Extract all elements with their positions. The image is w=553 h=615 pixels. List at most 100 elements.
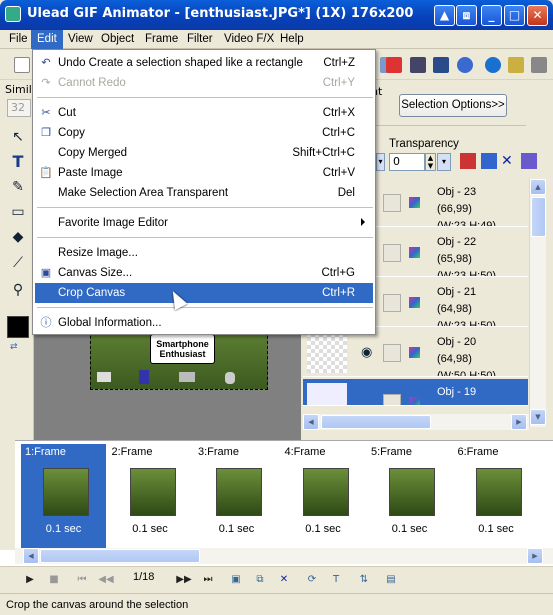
- blend-dropdown-button[interactable]: ▾: [376, 153, 385, 171]
- swap-colors-icon[interactable]: ⇄: [10, 342, 18, 352]
- menu-view[interactable]: View: [62, 30, 99, 49]
- frame-panel-grip[interactable]: [0, 440, 15, 550]
- object-color-icon[interactable]: [409, 297, 420, 308]
- text-frame-icon[interactable]: T: [328, 572, 344, 588]
- duplicate-frame-icon[interactable]: ⧉: [252, 572, 268, 588]
- object-row[interactable]: ◉ Obj - 20 (64,98)(W:50,H:50): [303, 329, 528, 377]
- frame-thumbnail-1[interactable]: 1:Frame 0.1 sec: [21, 444, 106, 548]
- frame-thumbnail-3[interactable]: 3:Frame 0.1 sec: [194, 444, 279, 548]
- frame-scroll-thumb[interactable]: [40, 549, 200, 563]
- scroll-thumb[interactable]: [531, 197, 546, 237]
- menu-item-undo-create-a-selection-shaped-like-a-rectangle[interactable]: ↶ Undo Create a selection shaped like a r…: [35, 53, 373, 73]
- tool-icon-b[interactable]: [386, 57, 402, 73]
- delete-frame-icon[interactable]: ✕: [276, 572, 292, 588]
- menu-item-cannot-redo[interactable]: ↷ Cannot Redo Ctrl+Y: [35, 73, 373, 93]
- restore-button[interactable]: ⧈: [456, 5, 477, 26]
- frame-thumbnail-5[interactable]: 5:Frame 0.1 sec: [367, 444, 452, 548]
- tool-icon-d[interactable]: [433, 57, 449, 73]
- next-frame-icon[interactable]: ▶▶: [176, 572, 192, 588]
- scroll-up-button[interactable]: ▲: [530, 179, 546, 195]
- scroll-right-button[interactable]: ▶: [511, 414, 527, 430]
- similarity-field[interactable]: 32: [7, 99, 31, 117]
- menu-frame[interactable]: Frame: [139, 30, 184, 49]
- frame-props-icon[interactable]: ▤: [383, 572, 399, 588]
- play-icon[interactable]: ▶: [22, 572, 38, 588]
- text-tool-icon[interactable]: T: [8, 152, 28, 172]
- frame-duration[interactable]: 0.1 sec: [21, 523, 106, 535]
- new-file-icon[interactable]: [14, 57, 30, 73]
- frame-duration[interactable]: 0.1 sec: [367, 523, 452, 535]
- object-color-icon[interactable]: [409, 347, 420, 358]
- menu-item-copy[interactable]: ❐ Copy Ctrl+C: [35, 123, 373, 143]
- first-frame-icon[interactable]: ⏮: [74, 572, 90, 588]
- eraser-tool-icon[interactable]: ▭: [8, 202, 28, 222]
- frame-thumbnail-4[interactable]: 4:Frame 0.1 sec: [280, 444, 366, 548]
- frame-duration[interactable]: 0.1 sec: [194, 523, 279, 535]
- object-lock-checkbox[interactable]: [383, 244, 401, 262]
- frame-duration[interactable]: 0.1 sec: [108, 523, 193, 535]
- menu-item-global-information[interactable]: ⓘ Global Information...: [35, 313, 373, 333]
- object-row[interactable]: Obj - 19: [303, 379, 528, 406]
- eyedropper-tool-icon[interactable]: ⟋: [8, 253, 28, 273]
- scroll-left-button[interactable]: ◀: [303, 414, 319, 430]
- maximize-button[interactable]: □: [504, 5, 525, 26]
- tween-icon[interactable]: ⟳: [304, 572, 320, 588]
- object-lock-checkbox[interactable]: [383, 344, 401, 362]
- fill-tool-icon[interactable]: ◆: [8, 227, 28, 247]
- visibility-eye-icon[interactable]: ◉: [361, 345, 372, 360]
- menu-item-favorite-image-editor[interactable]: Favorite Image Editor: [35, 213, 373, 233]
- frame-thumbnail-2[interactable]: 2:Frame 0.1 sec: [107, 444, 193, 548]
- transparency-field[interactable]: 0: [389, 153, 425, 171]
- menu-help[interactable]: Help: [274, 30, 310, 49]
- frame-scrollbar[interactable]: ◀ ▶: [15, 548, 553, 564]
- selection-options-button[interactable]: Selection Options>>: [399, 94, 507, 117]
- app-up-button[interactable]: ▲: [434, 5, 455, 26]
- tool-icon-c[interactable]: [410, 57, 426, 73]
- menu-item-copy-merged[interactable]: Copy Merged Shift+Ctrl+C: [35, 143, 373, 163]
- scroll-down-button[interactable]: ▼: [530, 409, 546, 425]
- object-lock-checkbox[interactable]: [383, 294, 401, 312]
- last-frame-icon[interactable]: ⏭: [200, 572, 216, 588]
- obj-tool-icon-3[interactable]: [521, 153, 537, 169]
- object-color-icon[interactable]: [409, 397, 420, 405]
- object-lock-checkbox[interactable]: [383, 194, 401, 212]
- zoom-tool-icon[interactable]: ⚲: [8, 280, 28, 300]
- menu-item-cut[interactable]: ✂ Cut Ctrl+X: [35, 103, 373, 123]
- prev-frame-icon[interactable]: ◀◀: [98, 572, 114, 588]
- menu-edit[interactable]: Edit: [31, 30, 63, 49]
- minimize-button[interactable]: _: [481, 5, 502, 26]
- object-color-icon[interactable]: [409, 197, 420, 208]
- frame-thumbnail-6[interactable]: 6:Frame 0.1 sec: [453, 444, 553, 548]
- menu-item-canvas-size[interactable]: ▣ Canvas Size... Ctrl+G: [35, 263, 373, 283]
- menu-item-crop-canvas[interactable]: Crop Canvas Ctrl+R: [35, 283, 373, 303]
- menu-object[interactable]: Object: [95, 30, 140, 49]
- frame-duration[interactable]: 0.1 sec: [454, 523, 539, 535]
- menu-item-resize-image[interactable]: Resize Image...: [35, 243, 373, 263]
- add-frame-icon[interactable]: ▣: [228, 572, 244, 588]
- stop-icon[interactable]: ■: [46, 572, 62, 588]
- object-lock-checkbox[interactable]: [383, 394, 401, 405]
- menu-item-paste-image[interactable]: 📋 Paste Image Ctrl+V: [35, 163, 373, 183]
- transparency-spinner[interactable]: ▲ ▼: [425, 153, 436, 171]
- menu-filter[interactable]: Filter: [181, 30, 219, 49]
- foreground-color-swatch[interactable]: [7, 316, 29, 338]
- reverse-frames-icon[interactable]: ⇅: [356, 572, 372, 588]
- hscroll-thumb[interactable]: [321, 415, 431, 429]
- app-icon[interactable]: [5, 6, 21, 22]
- frame-scroll-right-button[interactable]: ▶: [527, 548, 543, 564]
- frame-scroll-left-button[interactable]: ◀: [23, 548, 39, 564]
- menu-video-fx[interactable]: Video F/X: [218, 30, 280, 49]
- browser-icon[interactable]: [485, 57, 501, 73]
- tool-icon-g[interactable]: [531, 57, 547, 73]
- frame-duration[interactable]: 0.1 sec: [281, 523, 366, 535]
- close-button[interactable]: ✕: [527, 5, 548, 26]
- tool-icon-f[interactable]: [508, 57, 524, 73]
- object-hscrollbar[interactable]: ◀ ▶: [303, 414, 529, 430]
- menu-file[interactable]: File: [3, 30, 34, 49]
- transparency-dropdown-button[interactable]: ▾: [437, 153, 451, 171]
- obj-tool-icon-1[interactable]: [460, 153, 476, 169]
- menu-item-make-selection-area-transparent[interactable]: Make Selection Area Transparent Del: [35, 183, 373, 203]
- pointer-tool-icon[interactable]: ↖: [8, 127, 28, 147]
- brush-tool-icon[interactable]: ✎: [8, 177, 28, 197]
- tool-icon-e[interactable]: [457, 57, 473, 73]
